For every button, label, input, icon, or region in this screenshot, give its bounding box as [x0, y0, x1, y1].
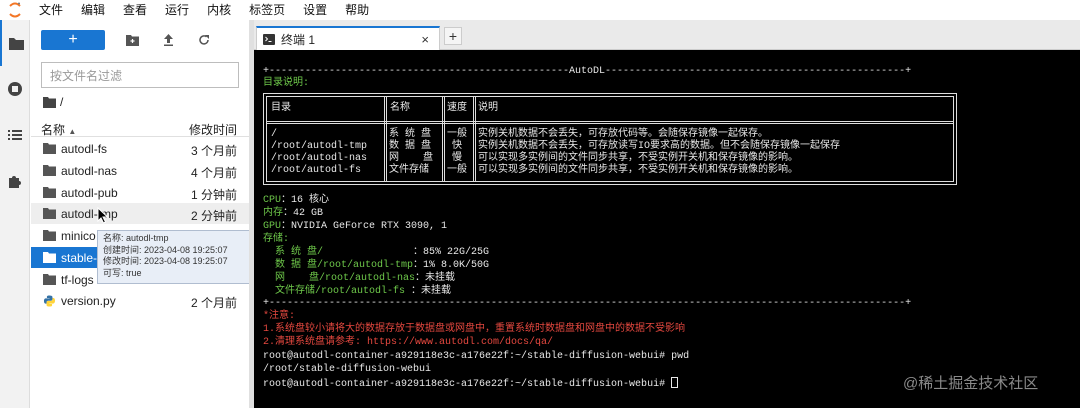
command-prompt[interactable]: root@autodl-container-a929118e3c-a176e22…	[263, 377, 679, 391]
column-modified[interactable]: 修改时间	[189, 121, 237, 138]
new-launcher-button[interactable]: +	[41, 30, 105, 50]
table-header: 目录	[271, 103, 291, 114]
table-cell: 慢	[452, 153, 462, 164]
activity-bar	[0, 20, 30, 408]
terminal-banner: +---------------------------------------…	[263, 66, 912, 77]
tooltip-name: 名称: autodl-tmp	[103, 233, 169, 243]
table-cell: /	[271, 129, 278, 140]
folder-icon	[43, 274, 56, 285]
filter-input[interactable]: 按文件名过滤	[41, 62, 239, 88]
terminal-panel[interactable]: +---------------------------------------…	[254, 50, 1080, 408]
terminal-banner-end: +---------------------------------------…	[263, 298, 912, 309]
table-cell: 可以实现多实例间的文件同步共享，不受实例开关机和保存镜像的影响。	[478, 165, 798, 176]
table-cell: 数 据 盘	[389, 141, 432, 152]
mem-line: 内存：42 GB	[263, 208, 324, 219]
folder-icon	[43, 208, 56, 219]
file-browser: + 按文件名过滤 / 名称 ▲ 修改时间 autodl-fs 3 个月前 auto…	[31, 20, 256, 408]
menu-tabs[interactable]: 标签页	[240, 0, 294, 20]
tooltip-modified: 修改时间: 2023-04-08 19:25:07	[103, 256, 228, 266]
toc-icon[interactable]	[0, 112, 30, 158]
table-cell: /root/autodl-fs	[271, 165, 362, 176]
running-icon[interactable]	[0, 66, 30, 112]
storage-line: 网 盘/root/autodl-nas：未挂载	[263, 273, 456, 284]
list-item[interactable]: autodl-pub 1 分钟前	[31, 182, 249, 203]
command-line: root@autodl-container-a929118e3c-a176e22…	[263, 351, 690, 362]
table-cell: /root/autodl-nas	[271, 153, 368, 164]
table-cell: 文件存储	[389, 165, 429, 176]
table-cell: 实例关机数据不会丢失，可存放读写IO要求高的数据。但不会随保存镜像一起保存	[478, 141, 841, 152]
list-item[interactable]: autodl-fs 3 个月前	[31, 138, 249, 159]
table-cell: 一般	[447, 165, 467, 176]
table-cell: 系 统 盘	[389, 129, 432, 140]
file-browser-toolbar: +	[41, 30, 213, 50]
tab-terminal-1[interactable]: 终端 1 ×	[256, 26, 440, 51]
folder-icon	[43, 230, 56, 241]
storage-line: 系 统 盘/ ：85% 22G/25G	[263, 247, 490, 258]
table-cell: 实例关机数据不会丢失，可存放代码等。会随保存镜像一起保存。	[478, 129, 768, 140]
folder-icon	[43, 187, 56, 198]
menu-kernel[interactable]: 内核	[198, 0, 240, 20]
table-cell: 网 盘	[389, 153, 434, 164]
storage-title: 存储:	[263, 234, 290, 245]
terminal-dir-title: 目录说明:	[263, 78, 310, 89]
refresh-icon[interactable]	[195, 31, 213, 49]
file-list-header: 名称 ▲ 修改时间	[31, 119, 249, 137]
table-cell: 可以实现多实例间的文件同步共享，不受实例开关机和保存镜像的影响。	[478, 153, 798, 164]
table-cell: 一般	[447, 129, 467, 140]
menu-help[interactable]: 帮助	[336, 0, 378, 20]
folder-icon	[43, 143, 56, 154]
terminal-icon	[263, 34, 275, 45]
folder-icon	[43, 252, 56, 263]
command-output: /root/stable-diffusion-webui	[263, 364, 432, 375]
menu-run[interactable]: 运行	[156, 0, 198, 20]
storage-line: 数 据 盘/root/autodl-tmp：1% 8.0K/50G	[263, 260, 490, 271]
file-tooltip: 名称: autodl-tmp 创建时间: 2023-04-08 19:25:07…	[97, 230, 256, 284]
list-item[interactable]: version.py 2 个月前	[31, 290, 249, 311]
terminal-cursor	[671, 377, 679, 388]
extension-icon[interactable]	[0, 158, 30, 204]
filter-placeholder: 按文件名过滤	[50, 68, 123, 83]
list-item[interactable]: autodl-tmp 2 分钟前	[31, 203, 249, 224]
menu-bar: 文件 编辑 查看 运行 内核 标签页 设置 帮助	[0, 0, 1080, 20]
table-header: 名称	[390, 103, 410, 114]
tab-label: 终端 1	[281, 33, 316, 47]
table-cell: 快	[452, 141, 462, 152]
cpu-line: CPU：16 核心	[263, 195, 330, 206]
sort-caret-icon: ▲	[68, 127, 77, 136]
notice-title: *注意:	[263, 311, 296, 322]
watermark: @稀土掘金技术社区	[903, 375, 1039, 392]
breadcrumb-folder-icon	[43, 96, 56, 108]
new-folder-icon[interactable]	[123, 31, 141, 49]
column-name[interactable]: 名称 ▲	[41, 121, 76, 138]
storage-line: 文件存储/root/autodl-fs ：未挂载	[263, 286, 452, 297]
folder-icon[interactable]	[0, 20, 30, 66]
folder-icon	[43, 165, 56, 176]
tab-bar: 终端 1 × +	[254, 20, 1080, 51]
list-item[interactable]: autodl-nas 4 个月前	[31, 160, 249, 181]
mouse-pointer-icon	[97, 207, 109, 224]
breadcrumb[interactable]: /	[43, 95, 63, 109]
upload-icon[interactable]	[159, 31, 177, 49]
directory-table: 目录 名称 速度 说明 / /root/autodl-tmp /root/aut…	[263, 93, 957, 185]
menu-edit[interactable]: 编辑	[72, 0, 114, 20]
close-icon[interactable]: ×	[421, 32, 429, 47]
notice-line-1: 1.系统盘较小请将大的数据存放于数据盘或网盘中，重置系统时数据盘和网盘中的数据不…	[263, 324, 686, 335]
notice-line-2: 2.清理系统盘请参考: https://www.autodl.com/docs/…	[263, 337, 554, 348]
table-cell: /root/autodl-tmp	[271, 141, 368, 152]
tooltip-created: 创建时间: 2023-04-08 19:25:07	[103, 244, 228, 255]
gpu-line: GPU：NVIDIA GeForce RTX 3090, 1	[263, 221, 448, 232]
table-header: 说明	[478, 103, 498, 114]
tooltip-writable: 可写: true	[103, 267, 142, 278]
add-tab-button[interactable]: +	[444, 27, 462, 45]
menu-settings[interactable]: 设置	[294, 0, 336, 20]
breadcrumb-root[interactable]: /	[60, 95, 63, 109]
table-header: 速度	[447, 103, 467, 114]
menu-view[interactable]: 查看	[114, 0, 156, 20]
menu-file[interactable]: 文件	[30, 0, 72, 20]
jupyter-logo-icon	[0, 0, 30, 20]
python-file-icon	[43, 295, 56, 307]
